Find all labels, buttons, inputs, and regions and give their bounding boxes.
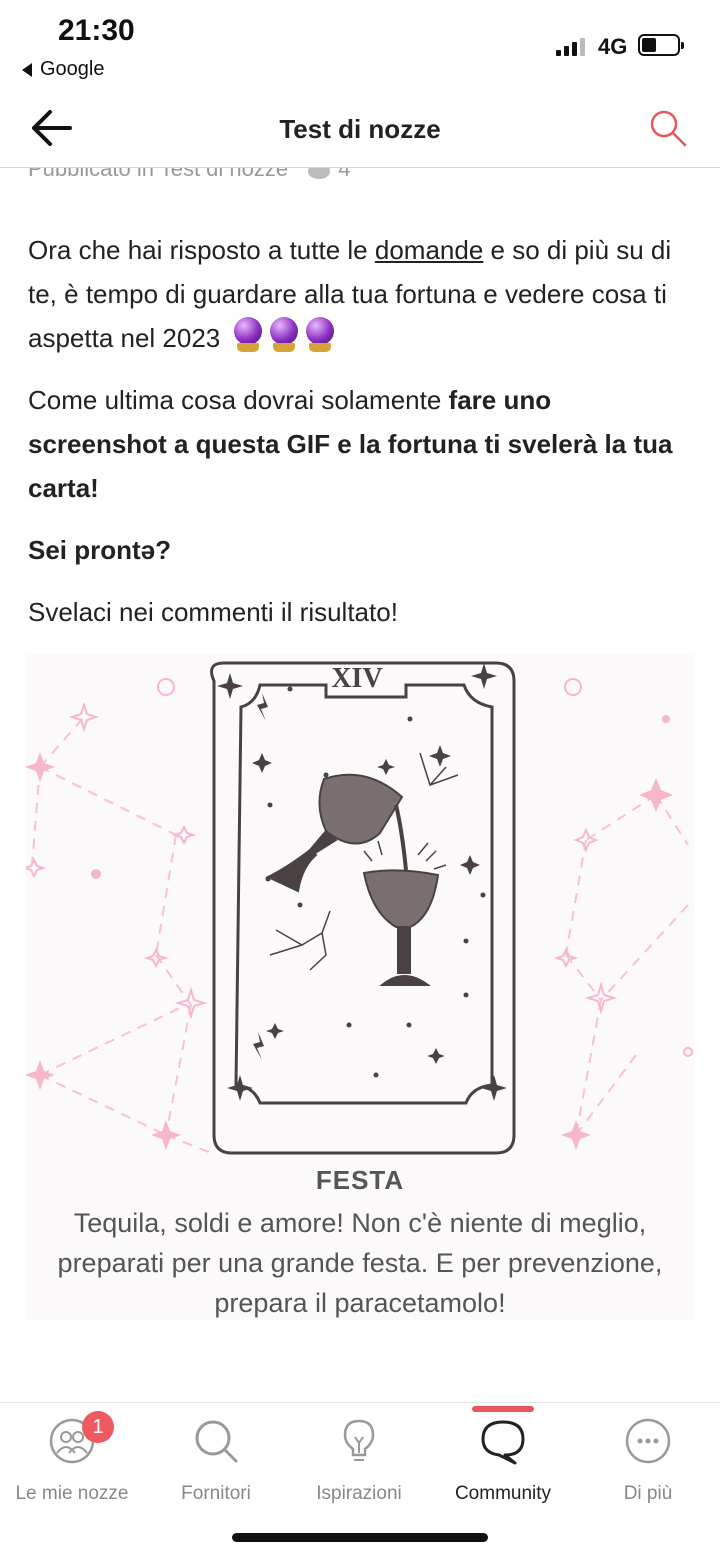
tarot-card-description: Tequila, soldi e amore! Non c'è niente d… — [57, 1208, 663, 1318]
back-to-app-link[interactable]: Google — [22, 58, 105, 81]
ready-question: Sei prontə? — [28, 535, 172, 565]
nav-label: Di più — [623, 1483, 673, 1504]
status-time: 21:30 — [58, 14, 135, 47]
chalices — [265, 773, 447, 986]
paragraph-instructions: Come ultima cosa dovrai solamente fare u… — [28, 378, 696, 510]
instructions-text: Come ultima cosa dovrai solamente — [28, 385, 449, 415]
crystal-ball-icon — [232, 317, 264, 353]
page-title: Test di nozze — [279, 114, 441, 144]
intro-text-1: Ora che hai risposto a tutte le — [28, 235, 375, 265]
nav-di-piu[interactable]: Di più — [576, 1417, 720, 1505]
speech-bubble-icon — [479, 1417, 527, 1465]
search-icon[interactable] — [648, 108, 688, 148]
signal-icon — [556, 38, 585, 56]
paragraph-intro: Ora che hai risposto a tutte le domande … — [28, 228, 696, 360]
network-type: 4G — [598, 34, 628, 59]
nav-ispirazioni[interactable]: Ispirazioni — [287, 1417, 431, 1505]
tarot-card-name: FESTA — [315, 1165, 405, 1195]
bottom-navigation: 1 Le mie nozze Fornitori Ispirazioni Com… — [0, 1402, 720, 1557]
tarot-card-image[interactable]: XIV FESTA Tequila, soldi e amore! Non c'… — [26, 655, 694, 1320]
post-body: Ora che hai risposto a tutte le domande … — [28, 228, 696, 652]
nav-le-mie-nozze[interactable]: 1 Le mie nozze — [0, 1411, 144, 1505]
lightbulb-icon — [335, 1417, 383, 1465]
tarot-numeral: XIV — [331, 663, 382, 694]
nav-fornitori[interactable]: Fornitori — [144, 1417, 288, 1505]
battery-icon — [638, 34, 684, 56]
questions-link[interactable]: domande — [375, 235, 483, 265]
nav-label: Le mie nozze — [15, 1483, 129, 1504]
crystal-ball-icon — [304, 317, 336, 353]
back-triangle-icon — [22, 62, 32, 77]
nav-label: Community — [454, 1483, 552, 1504]
notification-badge: 1 — [82, 1411, 114, 1443]
crystal-ball-icon — [268, 317, 300, 353]
back-app-label: Google — [40, 58, 105, 80]
active-tab-indicator — [472, 1406, 534, 1412]
home-indicator[interactable] — [232, 1533, 488, 1542]
paragraph-ready: Sei prontə? — [28, 528, 696, 572]
paragraph-cta: Svelaci nei commenti il risultato! — [28, 590, 696, 634]
cta-text: Svelaci nei commenti il risultato! — [28, 597, 398, 627]
nav-community[interactable]: Community — [431, 1417, 575, 1505]
status-bar: 21:30 Google 4G — [0, 0, 720, 100]
nav-label: Ispirazioni — [316, 1483, 402, 1504]
nav-label: Fornitori — [181, 1483, 251, 1504]
top-bar: Test di nozze — [0, 100, 720, 168]
search-icon — [192, 1417, 240, 1465]
couple-icon: 1 — [48, 1411, 114, 1465]
more-dots-icon — [624, 1417, 672, 1465]
